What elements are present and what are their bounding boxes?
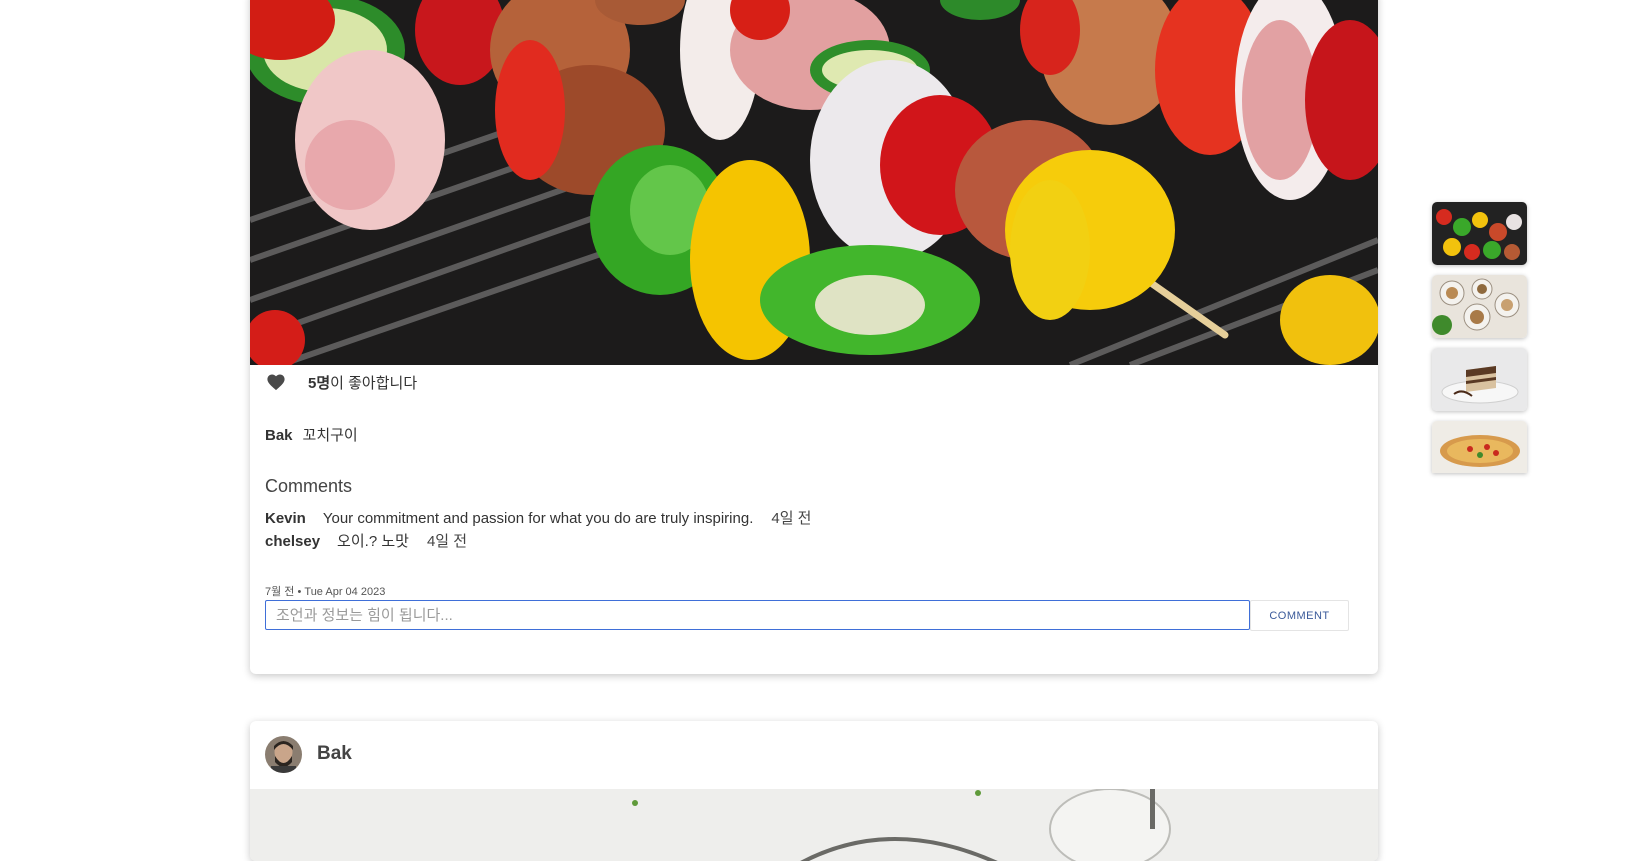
- thumbnail-image: [1432, 202, 1527, 265]
- likes-suffix: 이 좋아합니다: [330, 374, 418, 392]
- comment-item: chelsey 오이.? 노맛 4일 전: [265, 530, 811, 553]
- caption-author[interactable]: Bak: [265, 427, 293, 444]
- post-timestamp: 7월 전 • Tue Apr 04 2023: [265, 586, 386, 598]
- avatar[interactable]: [265, 736, 302, 773]
- post-caption: Bak 꼬치구이: [265, 424, 358, 445]
- post-image[interactable]: [250, 0, 1378, 365]
- thumbnail-image: [1432, 275, 1527, 338]
- like-row: 5명이 좋아합니다: [266, 370, 417, 394]
- thumbnail-pizza[interactable]: [1432, 421, 1527, 473]
- thumbnail-strip: [1432, 202, 1527, 483]
- thumbnail-image: [1432, 421, 1527, 473]
- comment-time: 4일 전: [771, 510, 812, 527]
- thumbnail-image: [1432, 348, 1527, 411]
- likes-count: 5명: [308, 374, 331, 392]
- post-photo-partial: [250, 788, 1378, 861]
- post-card: 5명이 좋아합니다 Bak 꼬치구이 Comments Kevin Your com…: [250, 0, 1378, 674]
- comment-submit-button[interactable]: COMMENT: [1250, 600, 1349, 631]
- comment-user[interactable]: Kevin: [265, 510, 306, 527]
- heart-icon[interactable]: [266, 373, 286, 391]
- comment-item: Kevin Your commitment and passion for wha…: [265, 507, 811, 530]
- avatar-image: [265, 736, 302, 773]
- post-author-name[interactable]: Bak: [317, 743, 352, 765]
- caption-text: 꼬치구이: [302, 427, 358, 444]
- thumbnail-skewers[interactable]: [1432, 202, 1527, 265]
- comment-text: 오이.? 노맛: [337, 533, 409, 550]
- comment-user[interactable]: chelsey: [265, 533, 320, 550]
- post-card: Bak: [250, 721, 1378, 861]
- comments-heading: Comments: [265, 476, 353, 496]
- comment-time: 4일 전: [426, 533, 468, 550]
- likes-text: 5명이 좋아합니다: [308, 372, 417, 393]
- post-image[interactable]: [250, 788, 1378, 861]
- thumbnail-salad-bowls[interactable]: [1432, 275, 1527, 338]
- post-photo-skewers: [250, 0, 1378, 365]
- comment-text: Your commitment and passion for what you…: [322, 510, 754, 527]
- comment-input[interactable]: [265, 600, 1250, 630]
- comment-list: Kevin Your commitment and passion for wha…: [265, 507, 811, 553]
- thumbnail-cake-slice[interactable]: [1432, 348, 1527, 411]
